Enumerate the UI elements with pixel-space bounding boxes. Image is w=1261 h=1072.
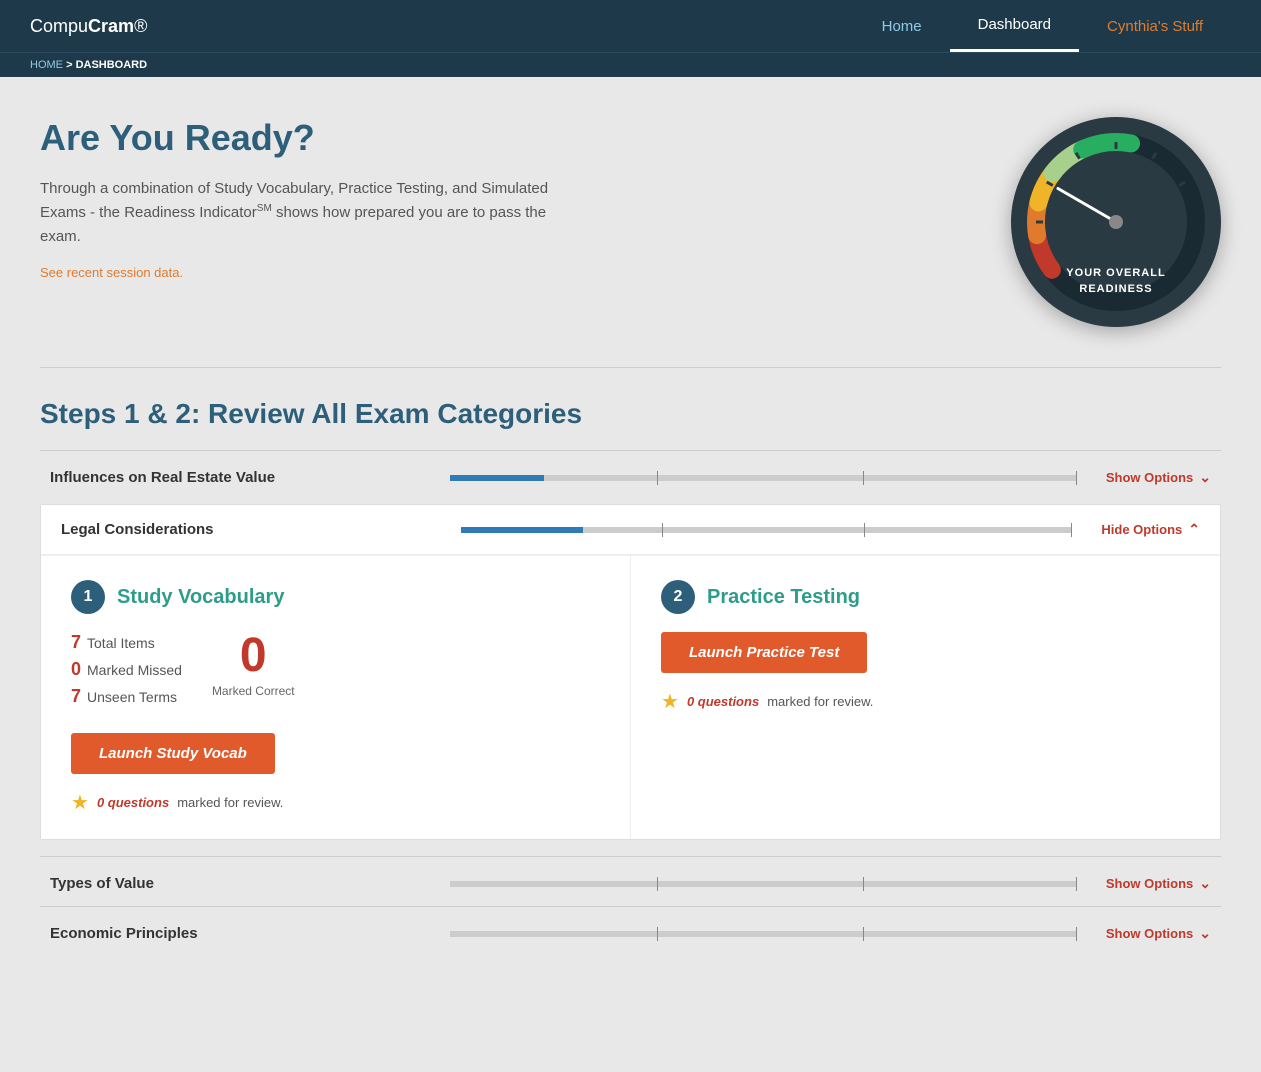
hero-text: Are You Ready? Through a combination of …: [40, 117, 971, 282]
hero-title: Are You Ready?: [40, 117, 971, 159]
two-col-legal: 1 Study Vocabulary 7 Total Items 0 Marke…: [41, 555, 1220, 839]
breadcrumb-home[interactable]: HOME: [30, 59, 63, 71]
practice-testing-col: 2 Practice Testing Launch Practice Test …: [631, 556, 1220, 839]
category-row-influences: Influences on Real Estate Value Show Opt…: [40, 450, 1221, 492]
navbar: CompuCram® Home Dashboard Cynthia's Stuf…: [0, 0, 1261, 52]
progress-tick-2: [863, 471, 864, 485]
progress-track-legal: [461, 527, 1071, 533]
big-num-container: 0 Marked Correct: [212, 632, 295, 698]
show-options-btn-types[interactable]: Show Options ⌄: [1106, 875, 1211, 892]
category-row-economic: Economic Principles Show Options ⌄: [40, 906, 1221, 948]
progress-bar-influences: [450, 475, 1076, 481]
hero-section: Are You Ready? Through a combination of …: [40, 117, 1221, 327]
chevron-down-icon-types: ⌄: [1199, 875, 1211, 892]
chevron-down-icon-economic: ⌄: [1199, 925, 1211, 942]
breadcrumb: HOME > DASHBOARD: [0, 52, 1261, 77]
progress-tick-e1: [657, 927, 658, 941]
logo-light: Compu: [30, 16, 88, 36]
stat-total: 7 Total Items: [71, 632, 182, 653]
category-header-influences: Influences on Real Estate Value Show Opt…: [40, 469, 1221, 486]
progress-tick-1: [657, 471, 658, 485]
progress-tick-t1: [657, 877, 658, 891]
hide-options-btn-legal[interactable]: Hide Options ⌃: [1101, 521, 1200, 538]
star-icon-vocab: ★: [71, 790, 89, 815]
logo-symbol: ®: [134, 16, 147, 36]
progress-tick-l1: [662, 523, 663, 537]
review-row-vocab: ★ 0 questions marked for review.: [71, 790, 600, 815]
show-options-btn-economic[interactable]: Show Options ⌄: [1106, 925, 1211, 942]
category-name-influences: Influences on Real Estate Value: [50, 469, 450, 486]
progress-track: [450, 475, 1076, 481]
expanded-header-legal: Legal Considerations Hide Options ⌃: [41, 505, 1220, 555]
category-name-legal: Legal Considerations: [61, 521, 461, 538]
launch-practice-test-btn[interactable]: Launch Practice Test: [661, 632, 867, 673]
stat-list: 7 Total Items 0 Marked Missed 7 Unseen T…: [71, 632, 182, 713]
progress-tick-l2: [864, 523, 865, 537]
stat-unseen: 7 Unseen Terms: [71, 686, 182, 707]
launch-study-vocab-btn[interactable]: Launch Study Vocab: [71, 733, 275, 774]
nav-links: Home Dashboard Cynthia's Stuff: [854, 0, 1231, 52]
progress-tick-e3: [1076, 927, 1077, 941]
logo-bold: Cram: [88, 16, 134, 36]
progress-tick-l3: [1071, 523, 1072, 537]
chevron-up-icon: ⌃: [1188, 521, 1200, 538]
nav-cynthia[interactable]: Cynthia's Stuff: [1079, 0, 1231, 52]
study-vocab-col: 1 Study Vocabulary 7 Total Items 0 Marke…: [41, 556, 631, 839]
progress-track-types: [450, 881, 1076, 887]
study-vocab-header: 1 Study Vocabulary: [71, 580, 600, 614]
progress-fill: [450, 475, 544, 481]
progress-tick-t3: [1076, 877, 1077, 891]
stat-missed: 0 Marked Missed: [71, 659, 182, 680]
expanded-card-legal: Legal Considerations Hide Options ⌃ 1 St: [40, 504, 1221, 840]
practice-testing-title: Practice Testing: [707, 586, 860, 609]
category-name-economic: Economic Principles: [50, 925, 450, 942]
progress-track-economic: [450, 931, 1076, 937]
step-circle-2: 2: [661, 580, 695, 614]
nav-home[interactable]: Home: [854, 0, 950, 52]
gauge-container: YOUR OVERALL READINESS: [1011, 117, 1221, 327]
progress-bar-economic: [450, 931, 1076, 937]
progress-tick-e2: [863, 927, 864, 941]
category-header-economic: Economic Principles Show Options ⌄: [40, 925, 1221, 942]
progress-bar-types: [450, 881, 1076, 887]
steps-title: Steps 1 & 2: Review All Exam Categories: [40, 398, 1221, 430]
study-vocab-stats: 7 Total Items 0 Marked Missed 7 Unseen T…: [71, 632, 600, 713]
progress-tick-3: [1076, 471, 1077, 485]
main-content: Are You Ready? Through a combination of …: [0, 77, 1261, 988]
hero-desc: Through a combination of Study Vocabular…: [40, 177, 580, 249]
progress-bar-legal: [461, 527, 1071, 533]
category-row-types: Types of Value Show Options ⌄: [40, 856, 1221, 898]
study-vocab-title: Study Vocabulary: [117, 586, 284, 609]
review-row-practice: ★ 0 questions marked for review.: [661, 689, 1190, 714]
progress-fill-legal: [461, 527, 583, 533]
gauge-label: YOUR OVERALL READINESS: [1066, 266, 1165, 297]
category-header-types: Types of Value Show Options ⌄: [40, 875, 1221, 892]
chevron-down-icon: ⌄: [1199, 469, 1211, 486]
nav-dashboard[interactable]: Dashboard: [950, 0, 1079, 52]
logo: CompuCram®: [30, 16, 147, 37]
divider: [40, 367, 1221, 368]
step-circle-1: 1: [71, 580, 105, 614]
show-options-btn-influences[interactable]: Show Options ⌄: [1106, 469, 1211, 486]
star-icon-practice: ★: [661, 689, 679, 714]
progress-tick-t2: [863, 877, 864, 891]
practice-testing-header: 2 Practice Testing: [661, 580, 1190, 614]
gauge: YOUR OVERALL READINESS: [1011, 117, 1221, 327]
category-name-types: Types of Value: [50, 875, 450, 892]
recent-session-link[interactable]: See recent session data.: [40, 265, 183, 280]
